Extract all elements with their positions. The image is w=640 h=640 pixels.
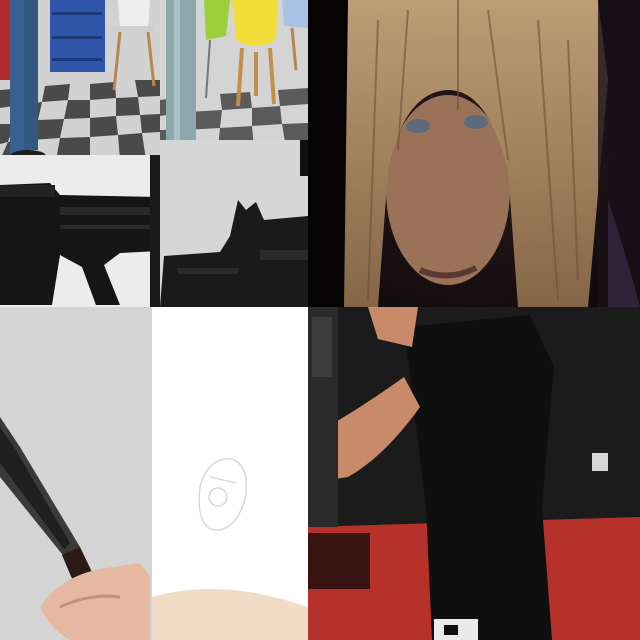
chairs-illustration (160, 0, 308, 148)
sketch-illustration (152, 307, 308, 640)
knife-illustration (0, 307, 152, 640)
tile-white-sketch (152, 307, 308, 640)
tile-person-checkered-floor (0, 0, 160, 160)
tile-rifle-gray (160, 140, 308, 307)
rifle-gray-illustration (160, 140, 308, 307)
tile-rifle-white (0, 155, 160, 307)
rifle-illustration (0, 155, 160, 307)
person-floor-illustration (0, 0, 160, 160)
tile-chairs-showroom (160, 0, 308, 148)
tile-hand-knife (0, 307, 152, 640)
person-black-shirt-illustration (308, 307, 640, 640)
image-mosaic (0, 0, 640, 640)
tile-woman-portrait (308, 0, 640, 307)
tile-person-black-shirt (308, 307, 640, 640)
woman-portrait-illustration (308, 0, 640, 307)
